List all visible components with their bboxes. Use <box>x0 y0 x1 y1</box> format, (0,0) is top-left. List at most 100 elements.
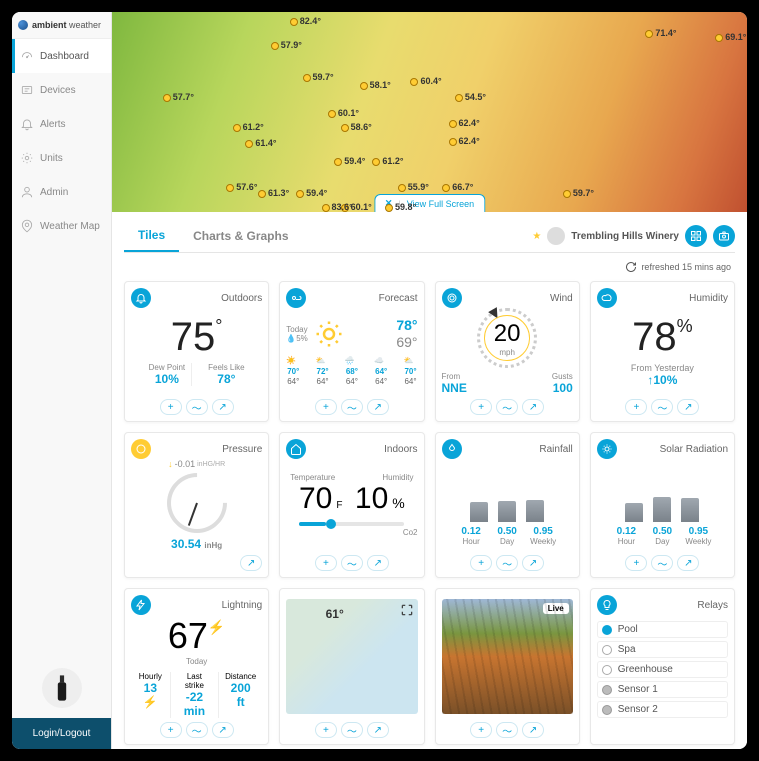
camera-feed[interactable]: Live <box>442 599 573 714</box>
user-avatar[interactable] <box>42 668 82 708</box>
chart-button[interactable]: 〜 <box>651 399 673 415</box>
nav: DashboardDevicesAlertsUnitsAdminWeather … <box>12 39 111 658</box>
wind-gauge: 20mph <box>477 308 537 368</box>
share-button[interactable]: ↗ <box>367 399 389 415</box>
nav-item-devices[interactable]: Devices <box>12 73 111 107</box>
add-button[interactable]: + <box>470 722 492 738</box>
map-station[interactable]: 57.9° <box>271 40 302 50</box>
chart-button[interactable]: 〜 <box>496 722 518 738</box>
login-logout-button[interactable]: Login/Logout <box>12 718 111 749</box>
add-button[interactable]: + <box>625 555 647 571</box>
map-station[interactable]: 66.7° <box>442 182 473 192</box>
add-button[interactable]: + <box>470 399 492 415</box>
relay-toggle[interactable] <box>602 645 612 655</box>
nav-item-dashboard[interactable]: Dashboard <box>12 39 111 73</box>
map-station[interactable]: 59.8° <box>385 202 416 212</box>
chart-button[interactable]: 〜 <box>186 722 208 738</box>
share-button[interactable]: ↗ <box>367 722 389 738</box>
chart-button[interactable]: 〜 <box>651 555 673 571</box>
map-station[interactable]: 62.4° <box>449 118 480 128</box>
map-station[interactable]: 59.7° <box>563 188 594 198</box>
chart-button[interactable]: 〜 <box>341 399 363 415</box>
relay-toggle[interactable] <box>602 665 612 675</box>
tile-camera: Live +〜↗ <box>435 588 580 745</box>
nav-item-units[interactable]: Units <box>12 141 111 175</box>
map-station[interactable]: 61.2° <box>372 156 403 166</box>
sun-icon <box>597 439 617 459</box>
share-button[interactable]: ↗ <box>522 722 544 738</box>
expand-icon[interactable] <box>400 603 414 617</box>
tile-wind: Wind 20mph FromNNE Gusts100 +〜↗ <box>435 281 580 422</box>
wind-icon <box>442 288 462 308</box>
bell-icon <box>131 288 151 308</box>
tile-pressure: Pressure ↓-0.01 inHG/HR 30.54 inHg ↗ <box>124 432 269 578</box>
map-station[interactable]: 62.4° <box>449 136 480 146</box>
nav-item-weather-map[interactable]: Weather Map <box>12 209 111 243</box>
location-avatar <box>547 227 565 245</box>
camera-button[interactable] <box>713 225 735 247</box>
share-button[interactable]: ↗ <box>677 555 699 571</box>
bolt-icon <box>131 595 151 615</box>
share-button[interactable]: ↗ <box>367 555 389 571</box>
relay-toggle[interactable] <box>602 625 612 635</box>
forecast-icon <box>286 288 306 308</box>
chart-button[interactable]: 〜 <box>341 722 363 738</box>
share-button[interactable]: ↗ <box>212 722 234 738</box>
droplet-icon <box>442 439 462 459</box>
map-station[interactable]: 60.1° <box>328 108 359 118</box>
relay-item[interactable]: Greenhouse <box>597 661 728 678</box>
share-button[interactable]: ↗ <box>677 399 699 415</box>
relay-item[interactable]: Spa <box>597 641 728 658</box>
chart-button[interactable]: 〜 <box>496 399 518 415</box>
map-station[interactable]: 59.4° <box>334 156 365 166</box>
map-station[interactable]: 58.1° <box>360 80 391 90</box>
map-station[interactable]: 57.6° <box>226 182 257 192</box>
map-station[interactable]: 82.4° <box>290 16 321 26</box>
map-station[interactable]: 61.4° <box>245 138 276 148</box>
map-station[interactable]: 55.9° <box>398 182 429 192</box>
weather-map[interactable]: ✕ | View Full Screen 82.4°57.9°71.4°69.1… <box>112 12 747 212</box>
map-station[interactable]: 69.1° <box>715 32 746 42</box>
tab-charts[interactable]: Charts & Graphs <box>179 221 302 251</box>
relay-item[interactable]: Sensor 2 <box>597 701 728 718</box>
share-button[interactable]: ↗ <box>212 399 234 415</box>
chart-button[interactable]: 〜 <box>186 399 208 415</box>
dashboard-layout-button[interactable] <box>685 225 707 247</box>
add-button[interactable]: + <box>315 555 337 571</box>
nav-item-admin[interactable]: Admin <box>12 175 111 209</box>
chart-button[interactable]: 〜 <box>496 555 518 571</box>
tile-rainfall: Rainfall 0.12Hour0.50Day0.95Weekly +〜↗ <box>435 432 580 578</box>
tab-tiles[interactable]: Tiles <box>124 220 179 252</box>
nav-item-alerts[interactable]: Alerts <box>12 107 111 141</box>
share-button[interactable]: ↗ <box>522 399 544 415</box>
relay-toggle[interactable] <box>602 685 612 695</box>
share-button[interactable]: ↗ <box>240 555 262 571</box>
map-station[interactable]: 59.7° <box>303 72 334 82</box>
relay-item[interactable]: Pool <box>597 621 728 638</box>
chart-button[interactable]: 〜 <box>341 555 363 571</box>
add-button[interactable]: + <box>315 399 337 415</box>
map-station[interactable]: 58.6° <box>341 122 372 132</box>
favorite-star-icon[interactable]: ★ <box>532 231 541 242</box>
nav-icon <box>20 117 34 131</box>
map-station[interactable]: 59.4° <box>296 188 327 198</box>
map-station[interactable]: 83.6° <box>322 202 353 212</box>
map-station[interactable]: 61.2° <box>233 122 264 132</box>
add-button[interactable]: + <box>315 722 337 738</box>
map-station[interactable]: 61.3° <box>258 188 289 198</box>
add-button[interactable]: + <box>160 399 182 415</box>
add-button[interactable]: + <box>470 555 492 571</box>
tile-outdoors: Outdoors 75° Dew Point10% Feels Like78° … <box>124 281 269 422</box>
add-button[interactable]: + <box>625 399 647 415</box>
share-button[interactable]: ↗ <box>522 555 544 571</box>
map-station[interactable]: 60.4° <box>410 76 441 86</box>
relay-toggle[interactable] <box>602 705 612 715</box>
map-station[interactable]: 71.4° <box>645 28 676 38</box>
map-station[interactable]: 57.7° <box>163 92 194 102</box>
co2-slider[interactable] <box>299 522 404 526</box>
map-station[interactable]: 54.5° <box>455 92 486 102</box>
relay-item[interactable]: Sensor 1 <box>597 681 728 698</box>
refresh-icon[interactable] <box>625 261 637 273</box>
minimap[interactable]: 61° <box>286 599 417 714</box>
add-button[interactable]: + <box>160 722 182 738</box>
